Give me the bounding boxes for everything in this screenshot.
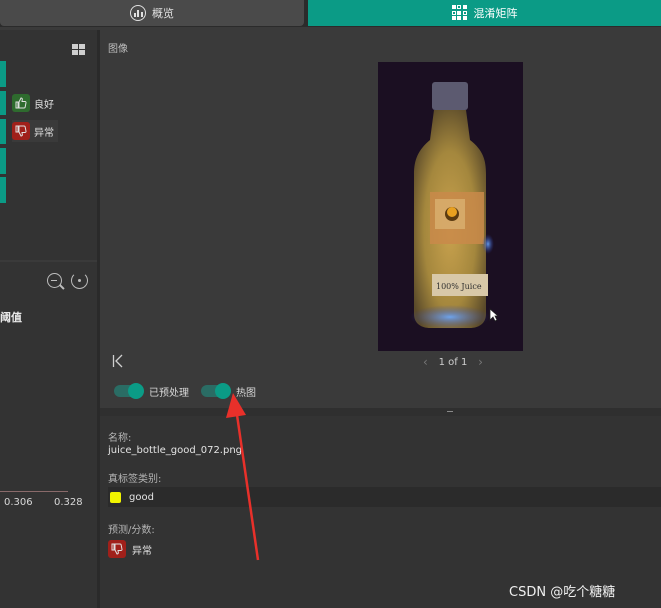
tab-confusion-label: 混淆矩阵 [473,7,518,20]
mouse-cursor-icon [489,308,499,322]
grid-icon [451,5,468,21]
x-axis [0,491,68,492]
matrix-cell[interactable] [0,91,6,115]
pager: ‹ 1 of 1 › [423,355,483,369]
zoom-out-icon[interactable] [47,273,62,288]
next-page-icon[interactable]: › [478,355,483,369]
toggle-preprocessed[interactable]: 已预处理 [114,382,189,400]
bottle-label-text: 100% Juice [436,282,482,291]
legend-bad[interactable]: 异常 [12,120,58,142]
x-tick: 0.306 [4,497,33,508]
name-label: 名称: [108,433,132,444]
legend-bad-label: 异常 [34,127,54,139]
thumbs-down-icon [108,540,126,558]
prediction-label: 预测/分数: [108,525,155,536]
tab-overview[interactable]: 概览 [0,0,304,26]
matrix-cell[interactable] [0,177,6,203]
matrix-panel [0,30,97,260]
bar-chart-icon [130,5,146,21]
matrix-cell[interactable] [0,61,6,87]
threshold-label: 阈值 [0,311,22,324]
prev-page-icon[interactable]: ‹ [423,355,428,369]
matrix-cell[interactable] [0,148,6,174]
image-panel-title: 图像 [108,44,128,55]
preprocessed-label: 已预处理 [149,387,189,399]
preprocessed-switch[interactable] [114,383,144,399]
name-value: juice_bottle_good_072.png [108,445,243,456]
good-color-swatch [110,491,121,503]
ground-truth-value: good [129,491,154,503]
matrix-cell[interactable] [0,119,6,144]
horizontal-splitter[interactable] [100,408,661,416]
watermark: CSDN @吃个糖糖 [509,585,616,600]
tab-confusion-matrix[interactable]: 混淆矩阵 [308,0,661,26]
legend-good-label: 良好 [34,99,54,111]
thumbs-down-icon [12,122,30,140]
toggle-heatmap[interactable]: 热图 [201,382,256,400]
layout-icon[interactable] [72,44,86,55]
tab-bar: 概览 混淆矩阵 [0,0,661,27]
thumbs-up-icon [12,94,30,112]
prediction-value: 异常 [132,545,152,557]
page-indicator: 1 of 1 [438,356,468,368]
ground-truth-row: good [108,487,661,507]
ground-truth-label: 真标签类别: [108,474,162,485]
heatmap-switch[interactable] [201,383,231,399]
tab-overview-label: 概览 [152,7,174,20]
heatmap-image: 100% Juice [378,62,523,351]
legend-good[interactable]: 良好 [12,92,58,114]
heatmap-label: 热图 [236,387,256,399]
x-tick: 0.328 [54,497,83,508]
reset-zoom-icon[interactable] [71,272,88,289]
prediction-row: 异常 [108,540,152,558]
first-page-icon[interactable] [112,354,124,368]
